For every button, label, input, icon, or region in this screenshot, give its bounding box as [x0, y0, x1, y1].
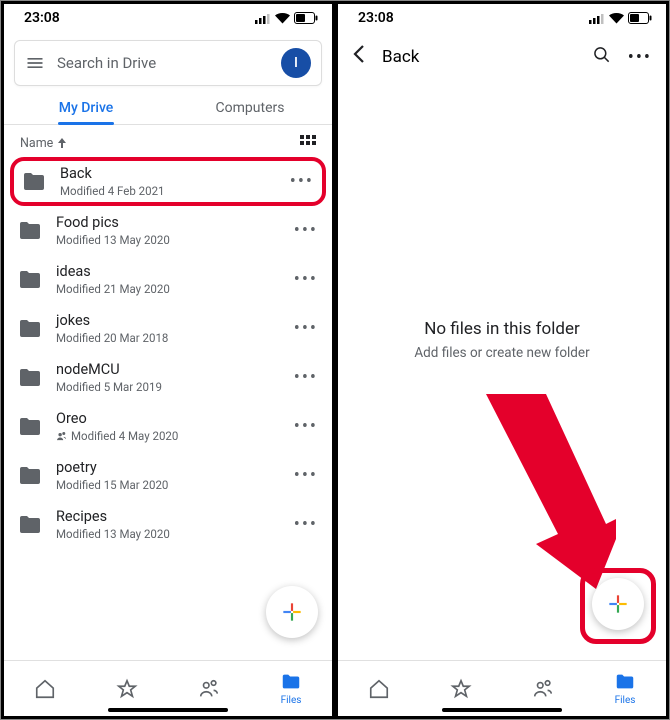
status-icons	[255, 12, 318, 24]
cellular-icon	[589, 13, 605, 24]
grid-view-icon[interactable]	[300, 135, 316, 151]
folder-meta: Modified 20 Mar 2018	[56, 331, 280, 345]
item-more-button[interactable]: •••	[294, 367, 318, 388]
shared-icon	[532, 678, 554, 700]
wifi-icon	[275, 13, 290, 24]
folder-icon	[18, 417, 42, 437]
screenshot-right: 23:08 Back ••• No files in this folder A…	[335, 1, 669, 719]
folder-header: Back •••	[338, 32, 666, 80]
item-more-button[interactable]: •••	[294, 416, 318, 437]
arrow-up-icon	[57, 138, 67, 148]
folder-meta: Modified 15 Mar 2020	[56, 478, 280, 492]
item-more-button[interactable]: •••	[294, 220, 318, 241]
status-time: 23:08	[24, 10, 60, 26]
folder-row[interactable]: Oreo Modified 4 May 2020 •••	[4, 402, 332, 451]
battery-icon	[628, 12, 652, 24]
home-icon	[368, 678, 390, 700]
empty-subtitle: Add files or create new folder	[414, 345, 589, 361]
star-icon	[450, 678, 472, 700]
avatar[interactable]: I	[281, 48, 311, 78]
folder-meta: Modified 21 May 2020	[56, 282, 280, 296]
status-bar: 23:08	[338, 4, 666, 32]
folder-title: Back	[382, 47, 576, 67]
folder-name: poetry	[56, 459, 280, 476]
sort-button[interactable]: Name	[20, 136, 67, 151]
item-more-button[interactable]: •••	[290, 171, 314, 192]
folder-icon	[280, 671, 302, 693]
folder-meta: Modified 4 May 2020	[56, 429, 280, 443]
home-indicator	[108, 708, 228, 712]
home-indicator	[442, 708, 562, 712]
tab-my-drive[interactable]: My Drive	[4, 90, 168, 124]
folder-icon	[18, 270, 42, 290]
folder-name: nodeMCU	[56, 361, 280, 378]
folder-name: ideas	[56, 263, 280, 280]
file-list: Back Modified 4 Feb 2021 ••• Food pics Modif…	[4, 157, 332, 660]
folder-meta: Modified 5 Mar 2019	[56, 380, 280, 394]
item-more-button[interactable]: •••	[294, 269, 318, 290]
status-icons	[589, 12, 652, 24]
more-button[interactable]: •••	[628, 47, 652, 68]
nav-files-label: Files	[281, 695, 302, 706]
star-icon	[116, 678, 138, 700]
folder-icon	[22, 172, 46, 192]
search-bar-container: Search in Drive I	[4, 32, 332, 90]
folder-row[interactable]: Food pics Modified 13 May 2020 •••	[4, 206, 332, 255]
folder-icon	[18, 319, 42, 339]
item-more-button[interactable]: •••	[294, 514, 318, 535]
nav-files[interactable]: Files	[584, 661, 666, 716]
empty-title: No files in this folder	[424, 319, 580, 339]
shared-badge-icon	[56, 431, 67, 442]
back-button[interactable]	[352, 44, 366, 70]
wifi-icon	[609, 13, 624, 24]
cellular-icon	[255, 13, 271, 24]
fab-new[interactable]	[592, 578, 644, 630]
search-bar[interactable]: Search in Drive I	[14, 40, 322, 86]
folder-name: Back	[60, 165, 276, 182]
status-bar: 23:08	[4, 4, 332, 32]
folder-row[interactable]: jokes Modified 20 Mar 2018 •••	[4, 304, 332, 353]
search-placeholder: Search in Drive	[57, 54, 269, 72]
nav-home[interactable]	[4, 661, 86, 716]
folder-name: Recipes	[56, 508, 280, 525]
nav-home[interactable]	[338, 661, 420, 716]
tab-computers[interactable]: Computers	[168, 90, 332, 124]
item-more-button[interactable]: •••	[294, 318, 318, 339]
shared-icon	[198, 678, 220, 700]
chevron-left-icon	[352, 44, 366, 64]
battery-icon	[294, 12, 318, 24]
item-more-button[interactable]: •••	[294, 465, 318, 486]
folder-icon	[18, 221, 42, 241]
folder-name: Oreo	[56, 410, 280, 427]
folder-icon	[18, 368, 42, 388]
folder-row[interactable]: poetry Modified 15 Mar 2020 •••	[4, 451, 332, 500]
nav-files[interactable]: Files	[250, 661, 332, 716]
nav-files-label: Files	[615, 695, 636, 706]
folder-meta: Modified 13 May 2020	[56, 233, 280, 247]
folder-row[interactable]: nodeMCU Modified 5 Mar 2019 •••	[4, 353, 332, 402]
folder-meta: Modified 4 Feb 2021	[60, 184, 276, 198]
folder-name: jokes	[56, 312, 280, 329]
folder-name: Food pics	[56, 214, 280, 231]
empty-state: No files in this folder Add files or cre…	[338, 80, 666, 660]
hamburger-icon[interactable]	[25, 52, 45, 74]
plus-icon	[279, 599, 305, 625]
folder-icon	[18, 515, 42, 535]
search-icon	[592, 45, 612, 65]
home-icon	[34, 678, 56, 700]
fab-new[interactable]	[266, 586, 318, 638]
tabs: My Drive Computers	[4, 90, 332, 125]
search-button[interactable]	[592, 45, 612, 70]
screenshot-left: 23:08 Search in Drive I My Drive Compute…	[1, 1, 335, 719]
folder-row[interactable]: Recipes Modified 13 May 2020 •••	[4, 500, 332, 549]
sort-label: Name	[20, 136, 53, 151]
folder-icon	[18, 466, 42, 486]
plus-icon	[605, 591, 631, 617]
sort-row: Name	[4, 125, 332, 157]
folder-row[interactable]: Back Modified 4 Feb 2021 •••	[10, 157, 326, 206]
folder-row[interactable]: ideas Modified 21 May 2020 •••	[4, 255, 332, 304]
status-time: 23:08	[358, 10, 394, 26]
folder-meta: Modified 13 May 2020	[56, 527, 280, 541]
folder-icon	[614, 671, 636, 693]
